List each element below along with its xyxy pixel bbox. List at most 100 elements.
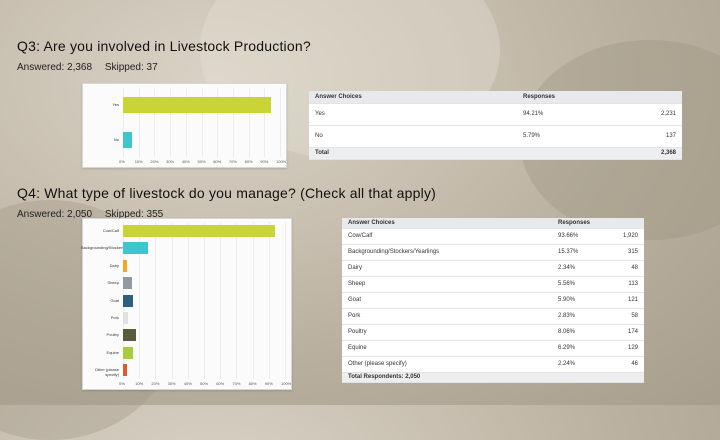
q3-tick-label: 40% — [181, 159, 190, 164]
q3-answered: Answered: 2,368 — [17, 62, 93, 73]
q3-bar — [123, 131, 133, 148]
table-row: Cow/Calf 93.66% 1,920 — [342, 228, 644, 245]
q4-tick-label: 0% — [119, 381, 125, 386]
q4-row-choice: Backgrounding/Stockers/Yearlings — [342, 244, 552, 261]
q3-total-label: Total — [309, 147, 517, 160]
q4-header-count — [609, 218, 644, 229]
q4-row-count: 315 — [609, 244, 644, 261]
q3-tick-label: 100% — [276, 159, 287, 164]
q4-tick-label: 20% — [151, 381, 160, 386]
q4-title: Q4: What type of livestock do you manage… — [17, 185, 437, 201]
q4-row-count: 113 — [609, 276, 644, 293]
q3-total-spacer — [517, 147, 620, 160]
q3-tick-label: 60% — [213, 159, 222, 164]
q3-row-pct: 5.79% — [517, 125, 620, 148]
q4-row-choice: Sheep — [342, 276, 552, 293]
q4-category-label: Goat — [110, 297, 119, 303]
q3-header-responses: Responses — [517, 91, 620, 104]
q3-response-table: Answer Choices Responses Yes 94.21% 2,23… — [309, 91, 682, 160]
q4-bar — [123, 346, 134, 359]
q4-category-label: Dairy — [109, 262, 119, 268]
q4-chart: 0% 10% 20% 30% 40% 50% 60% 70% 80% 90% 100% Cow/Cal… — [81, 218, 292, 390]
q3-tick-label: 80% — [244, 159, 253, 164]
q4-bar — [123, 311, 128, 324]
q4-tick-label: 10% — [135, 381, 144, 386]
q4-row-pct: 15.37% — [552, 244, 609, 261]
q4-gridline — [252, 222, 254, 379]
q4-tick-label: 80% — [248, 381, 257, 386]
q4-row-pct: 2.34% — [552, 260, 609, 277]
q4-tick-label: 50% — [200, 381, 209, 386]
q4-bar — [123, 224, 275, 237]
q4-row-pct: 8.06% — [552, 324, 609, 341]
q4-bar — [123, 259, 127, 272]
q3-row-count: 2,231 — [619, 103, 682, 126]
q3-category-label: No — [113, 136, 119, 142]
q3-tick-label: 50% — [197, 159, 206, 164]
q4-category-label: Sheep — [107, 280, 119, 286]
q4-row-count: 46 — [609, 356, 644, 373]
q3-row-count: 137 — [619, 125, 682, 148]
q3-tick-label: 0% — [119, 159, 125, 164]
table-total-row: Total Respondents: 2,050 — [342, 372, 644, 383]
q4-response-table: Answer Choices Responses Cow/Calf 93.66% 1… — [342, 218, 644, 383]
q3-tick-label: 10% — [134, 159, 143, 164]
q4-gridline — [204, 222, 205, 379]
q3-chart: 0% 10% 20% 30% 40% 50% 60% 70% 80% 90% 100% Yes No — [82, 83, 287, 168]
q4-gridline — [236, 222, 238, 379]
q4-row-pct: 2.24% — [552, 356, 609, 373]
q4-row-choice: Poultry — [342, 324, 552, 341]
q3-header-choice: Answer Choices — [309, 91, 517, 104]
q3-header-count — [619, 91, 682, 104]
q4-answered: Answered: 2,050 — [17, 209, 93, 220]
q4-tick-label: 100% — [281, 381, 292, 386]
q3-row-pct: 94.21% — [517, 103, 620, 126]
table-row: No 5.79% 137 — [309, 125, 682, 148]
q4-row-pct: 2.83% — [552, 308, 609, 325]
q3-meta: Answered: 2,368 Skipped: 37 — [17, 62, 168, 73]
q4-row-choice: Goat — [342, 292, 552, 309]
table-total-row: Total 2,368 — [309, 147, 682, 160]
q4-tick-label: 70% — [232, 381, 241, 386]
q3-row-choice: No — [309, 125, 517, 148]
q4-row-count: 174 — [609, 324, 644, 341]
q4-header-responses: Responses — [552, 218, 609, 229]
q4-row-choice: Equine — [342, 340, 552, 357]
q4-bar — [123, 277, 132, 290]
q4-row-count: 121 — [609, 292, 644, 309]
q3-tick-label: 70% — [228, 159, 237, 164]
q4-tick-label: 30% — [167, 381, 176, 386]
table-row: Pork 2.83% 58 — [342, 308, 644, 325]
table-row: Equine 6.29% 129 — [342, 340, 644, 357]
q4-bar — [123, 329, 137, 342]
q4-row-count: 1,920 — [609, 228, 644, 245]
q3-title: Q3: Are you involved in Livestock Produc… — [17, 38, 311, 54]
q4-bar — [123, 294, 133, 307]
q4-category-label: Pork — [110, 314, 119, 320]
q4-tick-label: 60% — [216, 381, 225, 386]
q4-gridline — [171, 222, 173, 379]
q4-row-pct: 5.56% — [552, 276, 609, 293]
q4-bar — [123, 242, 148, 255]
q3-tick-label: 90% — [260, 159, 269, 164]
q4-category-label: Poultry — [106, 332, 119, 338]
q4-header-choice: Answer Choices — [342, 218, 552, 229]
table-row: Backgrounding/Stockers/Yearlings 15.37% 31… — [342, 244, 644, 261]
q4-row-choice: Other (please specify) — [342, 356, 552, 373]
q3-row-choice: Yes — [309, 103, 517, 126]
q4-category-label: Backgrounding/Stockers/Yearlings — [81, 245, 142, 251]
q4-row-pct: 93.66% — [552, 228, 609, 245]
q3-gridline — [280, 88, 281, 157]
q3-skipped: Skipped: 37 — [104, 62, 158, 73]
q3-total-value: 2,368 — [619, 147, 682, 160]
q4-row-count: 129 — [609, 340, 644, 357]
q4-category-label: Cow/Calf — [102, 227, 119, 233]
q4-category-label: Equine — [106, 349, 119, 355]
q4-tick-label: 40% — [183, 381, 192, 386]
q4-gridline — [155, 222, 157, 379]
table-row: Yes 94.21% 2,231 — [309, 103, 682, 126]
table-row: Dairy 2.34% 48 — [342, 260, 644, 277]
q4-row-choice: Cow/Calf — [342, 228, 552, 245]
q4-row-pct: 6.29% — [552, 340, 609, 357]
q4-gridline — [220, 222, 222, 379]
